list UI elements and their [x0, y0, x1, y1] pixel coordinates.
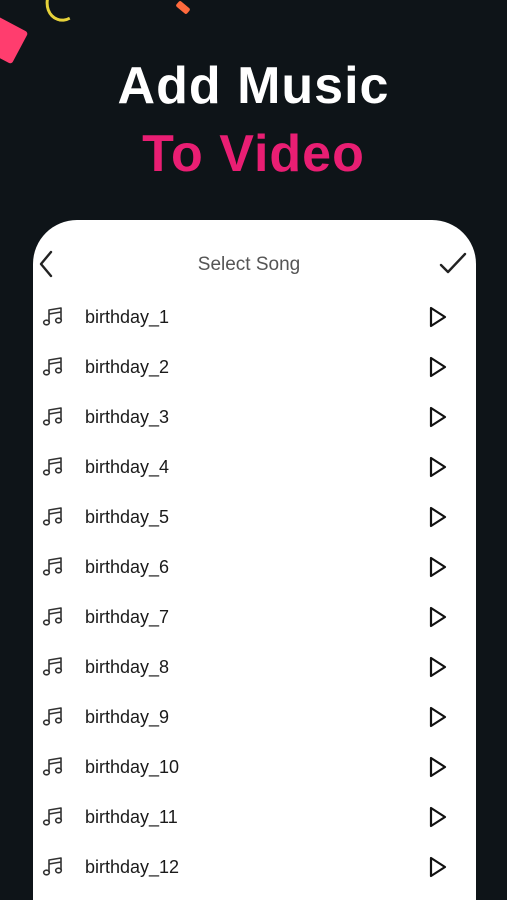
play-icon [429, 356, 447, 378]
song-list-item[interactable]: birthday_4 [33, 443, 476, 493]
song-list-item[interactable]: birthday_12 [33, 843, 476, 893]
play-button[interactable] [425, 505, 449, 529]
select-song-sheet: Select Song birthday_1 birthday_2 birthd… [33, 220, 476, 900]
hero-subtitle: To Video [142, 125, 365, 183]
song-name: birthday_7 [85, 607, 170, 627]
sheet-title: Select Song [197, 254, 301, 275]
music-note-icon [41, 705, 65, 729]
play-icon [429, 806, 447, 828]
play-icon [429, 756, 447, 778]
confetti-strip-decoration [175, 0, 191, 15]
hero-title: Add Music [117, 57, 390, 115]
song-list-item[interactable]: birthday_6 [33, 543, 476, 593]
play-button[interactable] [425, 755, 449, 779]
song-name: birthday_2 [85, 357, 170, 377]
song-list-item[interactable]: birthday_2 [33, 343, 476, 393]
music-note-icon [41, 855, 65, 879]
song-name: birthday_11 [85, 807, 178, 827]
play-button[interactable] [425, 605, 449, 629]
song-list-item[interactable]: birthday_3 [33, 393, 476, 443]
play-icon [429, 556, 447, 578]
music-note-icon [41, 555, 65, 579]
confetti-arc-decoration [39, 0, 89, 27]
song-name: birthday_6 [85, 557, 170, 577]
play-icon [429, 606, 447, 628]
music-note-icon [41, 455, 65, 479]
app-screen: Add Music To Video Select Song birthday_… [0, 0, 507, 900]
play-button[interactable] [425, 405, 449, 429]
song-list-item[interactable]: birthday_5 [33, 493, 476, 543]
play-icon [429, 306, 447, 328]
play-button[interactable] [425, 305, 449, 329]
music-note-icon [41, 505, 65, 529]
song-list-item[interactable]: birthday_9 [33, 693, 476, 743]
song-name: birthday_5 [85, 507, 170, 527]
play-icon [429, 456, 447, 478]
song-list-item[interactable]: birthday_7 [33, 593, 476, 643]
song-name: birthday_12 [85, 857, 180, 877]
music-note-icon [41, 655, 65, 679]
play-icon [429, 656, 447, 678]
song-name: birthday_3 [85, 407, 170, 427]
song-list-item[interactable]: birthday_8 [33, 643, 476, 693]
song-list-item[interactable]: birthday_1 [33, 293, 476, 343]
music-note-icon [41, 405, 65, 429]
song-name: birthday_1 [85, 307, 170, 327]
music-note-icon [41, 355, 65, 379]
song-name: birthday_10 [85, 757, 180, 777]
play-icon [429, 406, 447, 428]
song-name: birthday_4 [85, 457, 170, 477]
play-icon [429, 856, 447, 878]
song-name: birthday_8 [85, 657, 170, 677]
song-list: birthday_1 birthday_2 birthday_3 birthda… [33, 293, 476, 893]
checkmark-icon [439, 252, 467, 274]
play-icon [429, 706, 447, 728]
song-list-item[interactable]: birthday_11 [33, 793, 476, 843]
music-note-icon [41, 805, 65, 829]
play-button[interactable] [425, 705, 449, 729]
play-icon [429, 506, 447, 528]
music-note-icon [41, 605, 65, 629]
music-note-icon [41, 755, 65, 779]
play-button[interactable] [425, 855, 449, 879]
play-button[interactable] [425, 455, 449, 479]
play-button[interactable] [425, 555, 449, 579]
confirm-button[interactable] [437, 250, 469, 278]
song-name: birthday_9 [85, 707, 170, 727]
play-button[interactable] [425, 655, 449, 679]
play-button[interactable] [425, 355, 449, 379]
play-button[interactable] [425, 805, 449, 829]
music-note-icon [41, 305, 65, 329]
song-list-item[interactable]: birthday_10 [33, 743, 476, 793]
